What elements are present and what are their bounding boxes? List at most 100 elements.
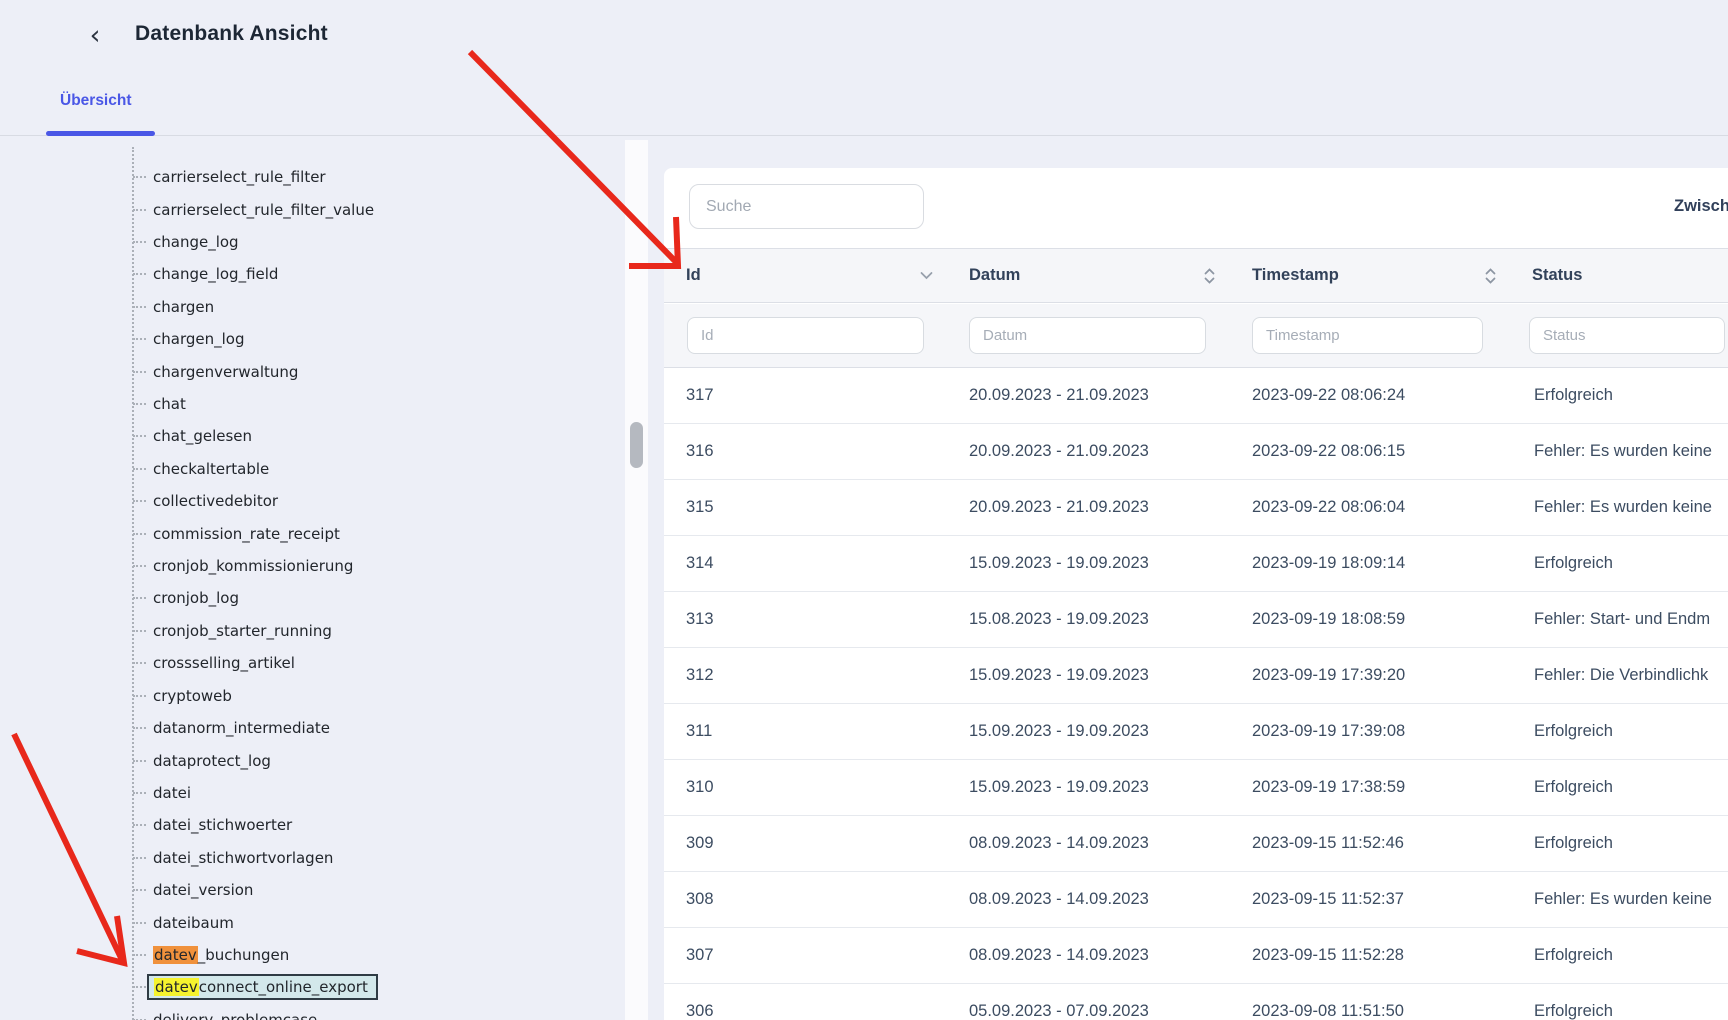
table-tree-sidebar: carrierselect_rule_filter carrierselect_… xyxy=(0,137,625,1020)
table-name-label: carrierselect_rule_filter xyxy=(153,168,326,186)
tree-connector-icon xyxy=(133,176,146,178)
sidebar-table-item[interactable]: chat_gelesen xyxy=(0,420,625,452)
tree-connector-icon xyxy=(133,533,146,535)
tree-connector-icon xyxy=(133,986,146,988)
cell-timestamp: 2023-09-19 18:08:59 xyxy=(1252,610,1534,629)
sidebar-table-item[interactable]: change_log_field xyxy=(0,258,625,290)
sidebar-table-item[interactable]: collectivedebitor xyxy=(0,485,625,517)
table-row[interactable]: 307 08.09.2023 - 14.09.2023 2023-09-15 1… xyxy=(664,928,1728,984)
sidebar-table-item[interactable]: chat xyxy=(0,388,625,420)
filter-input-id[interactable] xyxy=(687,317,924,354)
cell-status: Fehler: Es wurden keine xyxy=(1534,498,1728,517)
table-row[interactable]: 317 20.09.2023 - 21.09.2023 2023-09-22 0… xyxy=(664,368,1728,424)
cell-id: 308 xyxy=(686,890,969,909)
table-row[interactable]: 309 08.09.2023 - 14.09.2023 2023-09-15 1… xyxy=(664,816,1728,872)
table-name-label: chargen xyxy=(153,298,214,316)
tree-connector-icon xyxy=(133,857,146,859)
tree-connector-icon xyxy=(133,209,146,211)
back-button[interactable]: ‹ xyxy=(82,22,108,52)
cell-datum: 05.09.2023 - 07.09.2023 xyxy=(969,1002,1252,1020)
sidebar-table-item[interactable]: cronjob_kommissionierung xyxy=(0,550,625,582)
sidebar-table-item[interactable]: datanorm_intermediate xyxy=(0,712,625,744)
table-row[interactable]: 315 20.09.2023 - 21.09.2023 2023-09-22 0… xyxy=(664,480,1728,536)
table-name-label: dateibaum xyxy=(153,914,234,932)
table-name-label: checkaltertable xyxy=(153,460,269,478)
table-row[interactable]: 308 08.09.2023 - 14.09.2023 2023-09-15 1… xyxy=(664,872,1728,928)
sidebar-table-item[interactable]: chargen xyxy=(0,291,625,323)
table-name-label: datei xyxy=(153,784,191,802)
date-range-label[interactable]: Zwisch xyxy=(1674,197,1728,216)
cell-status: Fehler: Start- und Endm xyxy=(1534,610,1728,629)
table-row[interactable]: 312 15.09.2023 - 19.09.2023 2023-09-19 1… xyxy=(664,648,1728,704)
table-name-label: collectivedebitor xyxy=(153,492,278,510)
table-row[interactable]: 311 15.09.2023 - 19.09.2023 2023-09-19 1… xyxy=(664,704,1728,760)
sidebar-table-item[interactable]: datev_buchungen xyxy=(0,939,625,971)
sidebar-table-item[interactable]: datevconnect_online_export xyxy=(0,971,625,1003)
table-name-label: cryptoweb xyxy=(153,687,232,705)
sidebar-table-item[interactable]: datei_version xyxy=(0,874,625,906)
sidebar-table-item[interactable]: change_log xyxy=(0,226,625,258)
cell-timestamp: 2023-09-19 18:09:14 xyxy=(1252,554,1534,573)
cell-id: 306 xyxy=(686,1002,969,1020)
cell-datum: 20.09.2023 - 21.09.2023 xyxy=(969,498,1252,517)
sidebar-table-item[interactable]: dateibaum xyxy=(0,906,625,938)
table-name-label: datei_version xyxy=(153,881,253,899)
cell-status: Fehler: Es wurden keine xyxy=(1534,442,1728,461)
tree-connector-icon xyxy=(133,597,146,599)
filter-input-timestamp[interactable] xyxy=(1252,317,1483,354)
table-name-label: datei_stichwoerter xyxy=(153,816,292,834)
filter-input-datum[interactable] xyxy=(969,317,1206,354)
sidebar-table-item[interactable]: chargen_log xyxy=(0,323,625,355)
sidebar-table-item[interactable]: datei_stichwortvorlagen xyxy=(0,842,625,874)
cell-id: 307 xyxy=(686,946,969,965)
table-row[interactable]: 314 15.09.2023 - 19.09.2023 2023-09-19 1… xyxy=(664,536,1728,592)
tree-connector-icon xyxy=(133,435,146,437)
cell-status: Fehler: Die Verbindlichk xyxy=(1534,666,1728,685)
sidebar-table-item[interactable]: checkaltertable xyxy=(0,453,625,485)
column-header-status[interactable]: Status xyxy=(1532,249,1582,302)
sidebar-table-item[interactable]: commission_rate_receipt xyxy=(0,517,625,549)
tab-uebersicht[interactable]: Übersicht xyxy=(60,92,132,110)
table-name-label: chat_gelesen xyxy=(153,427,252,445)
table-row[interactable]: 316 20.09.2023 - 21.09.2023 2023-09-22 0… xyxy=(664,424,1728,480)
sidebar-scrollbar-thumb[interactable] xyxy=(630,422,643,468)
column-header-datum[interactable]: Datum xyxy=(969,249,1020,302)
cell-datum: 15.09.2023 - 19.09.2023 xyxy=(969,722,1252,741)
table-row[interactable]: 313 15.08.2023 - 19.09.2023 2023-09-19 1… xyxy=(664,592,1728,648)
search-input[interactable] xyxy=(689,184,924,229)
cell-id: 310 xyxy=(686,778,969,797)
cell-status: Fehler: Es wurden keine xyxy=(1534,890,1728,909)
tree-connector-icon xyxy=(133,889,146,891)
sidebar-table-item[interactable]: cronjob_starter_running xyxy=(0,615,625,647)
tree-connector-icon xyxy=(133,630,146,632)
sidebar-table-item[interactable]: carrierselect_rule_filter xyxy=(0,161,625,193)
sidebar-table-item[interactable]: cronjob_log xyxy=(0,582,625,614)
sidebar-table-item[interactable]: delivery_problemcase xyxy=(0,1004,625,1020)
sidebar-table-item[interactable]: chargenverwaltung xyxy=(0,355,625,387)
table-name-label: commission_rate_receipt xyxy=(153,525,340,543)
table-row[interactable]: 310 15.09.2023 - 19.09.2023 2023-09-19 1… xyxy=(664,760,1728,816)
cell-datum: 08.09.2023 - 14.09.2023 xyxy=(969,890,1252,909)
table-name-label: dataprotect_log xyxy=(153,752,271,770)
sidebar-table-item[interactable]: crossselling_artikel xyxy=(0,647,625,679)
tree-connector-icon xyxy=(133,922,146,924)
table-header-row: Id Datum Timestamp Status xyxy=(664,248,1728,303)
sidebar-table-item[interactable]: datei xyxy=(0,777,625,809)
selected-table-box[interactable]: datevconnect_online_export xyxy=(147,974,378,1000)
cell-id: 309 xyxy=(686,834,969,853)
cell-status: Erfolgreich xyxy=(1534,722,1728,741)
cell-id: 313 xyxy=(686,610,969,629)
tree-connector-icon xyxy=(133,760,146,762)
filter-input-status[interactable] xyxy=(1529,317,1725,354)
sidebar-scrollbar-track[interactable] xyxy=(625,140,648,1020)
sidebar-table-item[interactable]: carrierselect_rule_filter_value xyxy=(0,193,625,225)
column-header-id[interactable]: Id xyxy=(686,249,701,302)
tree-connector-icon xyxy=(133,565,146,567)
sidebar-table-item[interactable]: cryptoweb xyxy=(0,680,625,712)
tree-connector-icon xyxy=(133,727,146,729)
sidebar-table-item[interactable]: datei_stichwoerter xyxy=(0,809,625,841)
table-row[interactable]: 306 05.09.2023 - 07.09.2023 2023-09-08 1… xyxy=(664,984,1728,1020)
column-header-timestamp[interactable]: Timestamp xyxy=(1252,249,1339,302)
sidebar-table-item[interactable]: dataprotect_log xyxy=(0,744,625,776)
table-name-label: datev_buchungen xyxy=(153,946,289,964)
